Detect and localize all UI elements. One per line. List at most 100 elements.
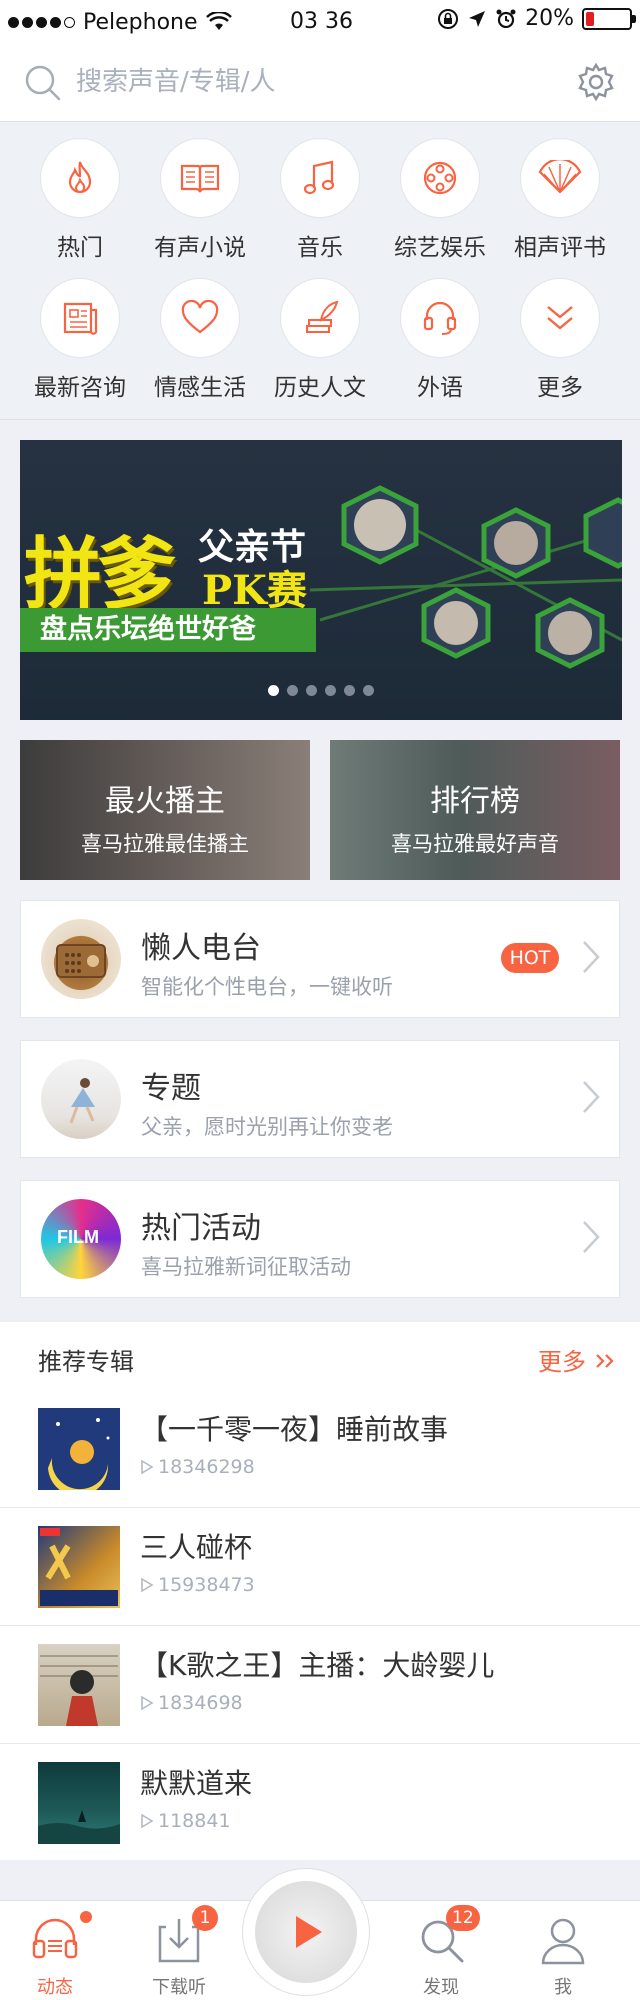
lazy-radio-card[interactable]: 懒人电台 智能化个性电台，一键收听 HOT [20, 900, 620, 1018]
category-label: 相声评书 [514, 235, 606, 261]
headphones-icon [32, 1918, 78, 1959]
play-count: 118841 [140, 1810, 231, 1832]
event-thumbnail: FILM [41, 1199, 121, 1279]
album-title: 三人碰杯 [140, 1531, 253, 1564]
category-music[interactable]: 音乐 [260, 138, 380, 262]
quill-books-icon [306, 300, 339, 333]
more-link[interactable]: 更多 [538, 1342, 616, 1377]
search-icon[interactable] [24, 64, 62, 102]
banner-ribbon: 盘点乐坛绝世好爸 [20, 608, 316, 652]
album-cover [38, 1762, 120, 1844]
page-dot[interactable] [363, 685, 374, 696]
signal-strength-icon [8, 16, 75, 28]
album-title: 【一千零一夜】睡前故事 [140, 1413, 449, 1446]
section-heading: 推荐专辑 [38, 1348, 134, 1376]
topic-thumbnail [41, 1059, 121, 1139]
gear-icon[interactable] [576, 62, 616, 102]
category-crosstalk[interactable]: 相声评书 [500, 138, 620, 262]
category-news[interactable]: 最新咨询 [20, 278, 140, 402]
album-row[interactable]: 默默道来 118841 [0, 1744, 640, 1862]
category-more[interactable]: 更多 [500, 278, 620, 402]
tab-discover[interactable]: 12 发现 [386, 1901, 496, 2000]
play-icon [141, 1459, 154, 1475]
play-icon [141, 1695, 154, 1711]
play-count-value: 15938473 [158, 1574, 255, 1596]
tab-me[interactable]: 我 [508, 1901, 618, 2000]
page-dot[interactable] [287, 685, 298, 696]
card-title: 懒人电台 [141, 931, 261, 966]
page-dot[interactable] [306, 685, 317, 696]
tab-label: 下载听 [152, 1977, 206, 1998]
chevron-right-icon [583, 941, 600, 973]
location-arrow-icon [469, 10, 486, 27]
more-label: 更多 [538, 1348, 586, 1376]
newspaper-icon [63, 302, 98, 335]
page-dot[interactable] [344, 685, 355, 696]
page-dot[interactable] [268, 685, 279, 696]
event-thumbnail-text: FILM [57, 1227, 99, 1247]
tile-title: 最火播主 [105, 784, 225, 819]
topics-card[interactable]: 专题 父亲，愿时光别再让你变老 [20, 1040, 620, 1158]
category-label: 情感生活 [154, 375, 246, 401]
card-title: 专题 [141, 1071, 201, 1106]
chevron-down-icon [547, 306, 573, 330]
flame-icon [68, 161, 92, 194]
play-count: 15938473 [140, 1574, 255, 1596]
tab-label: 动态 [37, 1977, 73, 1998]
radio-thumbnail [41, 919, 121, 999]
status-bar: Pelephone 03 36 20% [0, 0, 640, 44]
play-icon [296, 1916, 322, 1948]
tile-subtitle: 喜马拉雅最佳播主 [81, 832, 249, 856]
wifi-icon [205, 12, 232, 30]
category-label: 音乐 [297, 235, 343, 261]
hot-badge: HOT [501, 943, 559, 973]
banner-page-indicator[interactable] [268, 685, 374, 696]
discover-badge: 12 [446, 1905, 480, 1931]
top-hosts-tile[interactable]: 最火播主 喜马拉雅最佳播主 [20, 740, 310, 880]
unread-dot [80, 1911, 92, 1923]
book-icon [180, 164, 220, 193]
rankings-tile[interactable]: 排行榜 喜马拉雅最好声音 [330, 740, 620, 880]
page-dot[interactable] [325, 685, 336, 696]
album-cover [38, 1408, 120, 1490]
category-emotion[interactable]: 情感生活 [140, 278, 260, 402]
hot-events-card[interactable]: FILM 热门活动 喜马拉雅新词征取活动 [20, 1180, 620, 1298]
category-audiobook[interactable]: 有声小说 [140, 138, 260, 262]
play-icon [141, 1813, 154, 1829]
category-history[interactable]: 历史人文 [260, 278, 380, 402]
category-label: 最新咨询 [34, 375, 126, 401]
category-label: 热门 [57, 235, 103, 261]
heart-icon [181, 300, 219, 334]
tab-feed[interactable]: 动态 [0, 1901, 110, 2000]
tab-downloads[interactable]: 1 下载听 [124, 1901, 234, 2000]
category-language[interactable]: 外语 [380, 278, 500, 402]
category-label: 综艺娱乐 [394, 235, 486, 261]
search-input[interactable] [76, 62, 556, 102]
category-label: 外语 [417, 375, 463, 401]
album-cover [38, 1644, 120, 1726]
album-row[interactable]: 【一千零一夜】睡前故事 18346298 [0, 1390, 640, 1508]
category-hot[interactable]: 热门 [20, 138, 140, 262]
card-subtitle: 智能化个性电台，一键收听 [141, 975, 393, 999]
play-count: 18346298 [140, 1456, 255, 1478]
tab-label: 我 [554, 1977, 572, 1998]
album-row[interactable]: 三人碰杯 15938473 [0, 1508, 640, 1626]
play-count-value: 1834698 [158, 1692, 243, 1714]
promo-banner[interactable]: 拼爹 父亲节 PK赛 盘点乐坛绝世好爸 [20, 440, 622, 720]
card-title: 热门活动 [141, 1211, 261, 1246]
play-count-value: 118841 [158, 1810, 231, 1832]
film-reel-icon [423, 161, 457, 195]
carrier-name: Pelephone [83, 9, 198, 35]
now-playing-button[interactable] [242, 1868, 370, 1996]
tab-label: 发现 [423, 1977, 459, 1998]
battery-icon [582, 7, 636, 30]
recommended-albums-section: 推荐专辑 更多 【一千零一夜】睡前故事 18346298 三人碰杯 159384… [0, 1322, 640, 1860]
category-entertainment[interactable]: 综艺娱乐 [380, 138, 500, 262]
category-label: 有声小说 [154, 235, 246, 261]
play-count: 1834698 [140, 1692, 243, 1714]
chevron-right-icon [583, 1221, 600, 1253]
album-row[interactable]: 【K歌之王】主播：大龄婴儿 1834698 [0, 1626, 640, 1744]
search-bar [0, 44, 640, 122]
category-label: 历史人文 [274, 375, 366, 401]
fan-icon [538, 160, 582, 194]
